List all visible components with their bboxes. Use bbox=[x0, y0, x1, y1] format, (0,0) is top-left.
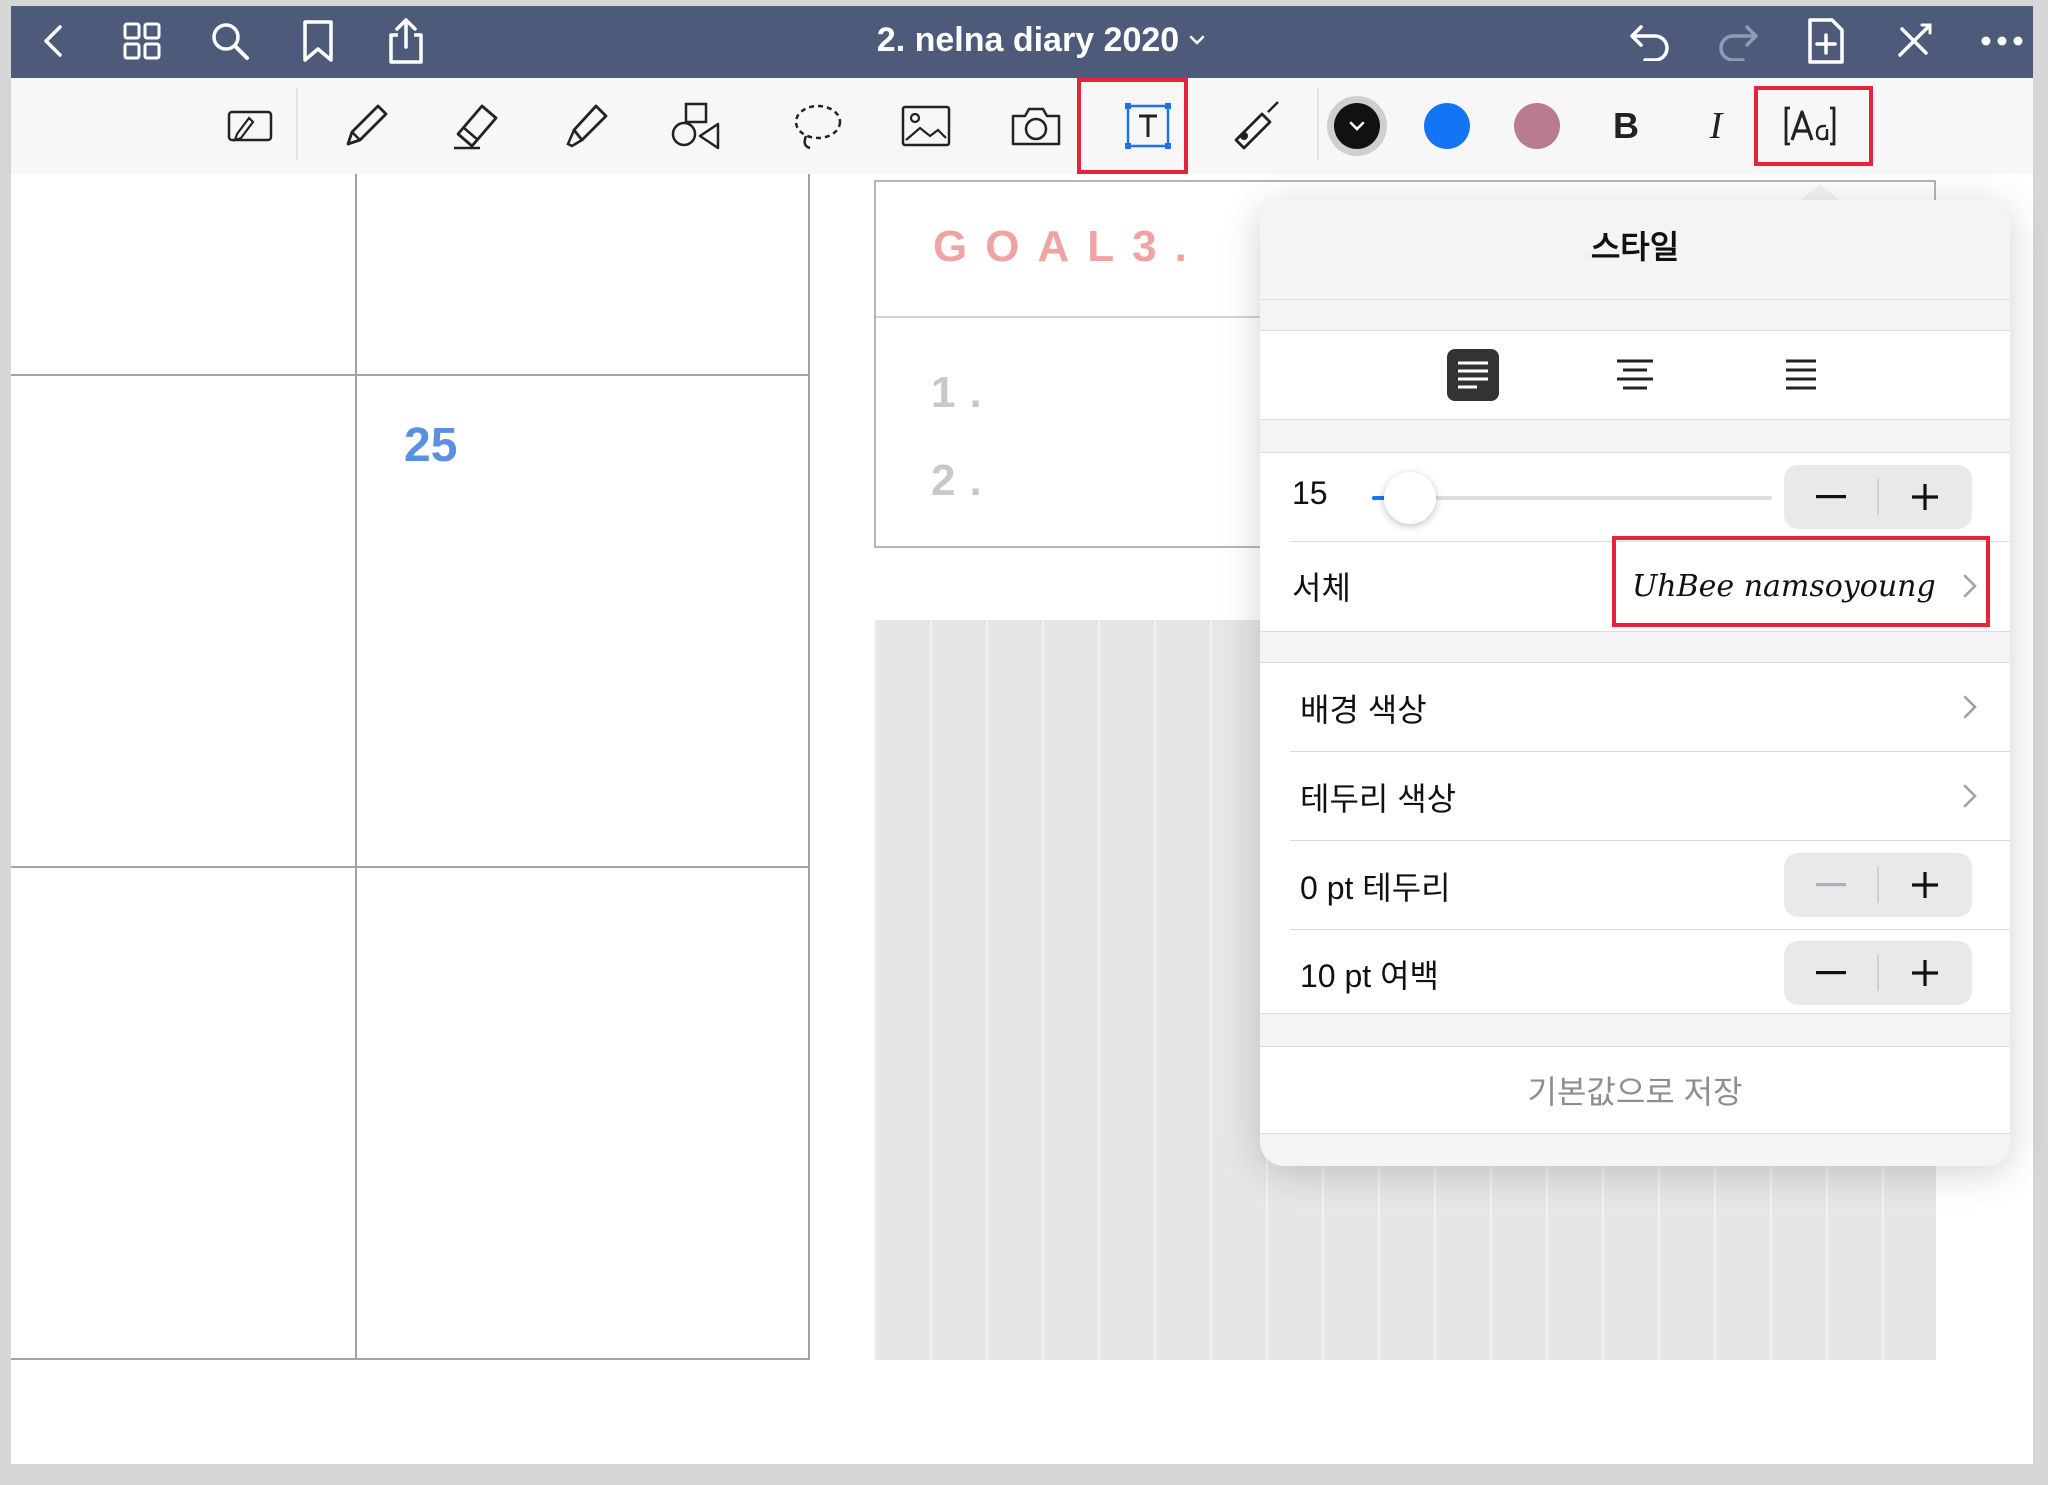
eraser-icon[interactable] bbox=[444, 94, 508, 158]
chevron-right-icon bbox=[1963, 574, 1977, 598]
border-width-stepper bbox=[1784, 853, 1972, 917]
image-icon[interactable] bbox=[894, 94, 958, 158]
background-color-row[interactable]: 배경 색상 bbox=[1260, 663, 2010, 751]
calendar-grid-line bbox=[11, 374, 809, 376]
padding-stepper bbox=[1784, 941, 1972, 1005]
align-right-icon[interactable] bbox=[1770, 345, 1830, 405]
align-left-icon[interactable] bbox=[1443, 345, 1503, 405]
color-border-section: 배경 색상 테두리 색상 0 pt 테두리 10 pt 여백 bbox=[1260, 662, 2010, 1014]
calendar-grid-line bbox=[355, 174, 357, 1360]
day-number: 25 bbox=[404, 419, 458, 472]
align-center-icon[interactable] bbox=[1605, 345, 1665, 405]
font-value: UhBee namsoyoung bbox=[1632, 569, 1936, 604]
shapes-icon[interactable] bbox=[664, 94, 728, 158]
document-title-button[interactable]: 2. nelna diary 2020 bbox=[791, 14, 1291, 66]
save-as-default-button[interactable]: 기본값으로 저장 bbox=[1260, 1047, 2010, 1133]
close-tools-icon[interactable] bbox=[1889, 16, 1939, 66]
tool-bar: B I bbox=[11, 78, 2033, 175]
border-color-label: 테두리 색상 bbox=[1300, 781, 1457, 817]
row-divider bbox=[1290, 840, 2010, 841]
read-only-icon[interactable] bbox=[218, 94, 282, 158]
section-divider bbox=[1260, 299, 2010, 300]
navigation-bar: 2. nelna diary 2020 bbox=[11, 6, 2033, 78]
share-icon[interactable] bbox=[381, 16, 431, 66]
font-picker[interactable]: UhBee namsoyoung bbox=[1610, 541, 2010, 631]
plus-icon bbox=[1912, 960, 1938, 986]
goal-item: 2. bbox=[931, 456, 996, 505]
background-color-label: 배경 색상 bbox=[1300, 692, 1427, 728]
more-icon[interactable] bbox=[1977, 16, 2027, 66]
row-divider bbox=[1290, 929, 2010, 930]
font-label: 서체 bbox=[1292, 570, 1351, 606]
add-page-icon[interactable] bbox=[1801, 16, 1851, 66]
popover-title: 스타일 bbox=[1590, 229, 1680, 265]
camera-icon[interactable] bbox=[1004, 94, 1068, 158]
font-size-stepper bbox=[1784, 465, 1972, 529]
color-swatch-blue[interactable] bbox=[1424, 103, 1470, 149]
increase-border-button[interactable] bbox=[1878, 853, 1972, 917]
plus-icon bbox=[1912, 872, 1938, 898]
grid-icon[interactable] bbox=[117, 16, 167, 66]
undo-icon[interactable] bbox=[1625, 16, 1675, 66]
font-size-slider[interactable] bbox=[1372, 472, 1772, 524]
border-color-row[interactable]: 테두리 색상 bbox=[1260, 752, 2010, 840]
highlighter-icon[interactable] bbox=[554, 94, 618, 158]
goal-title: GOAL3. bbox=[933, 222, 1205, 271]
document-title: 2. nelna diary 2020 bbox=[876, 20, 1180, 59]
increase-padding-button[interactable] bbox=[1878, 941, 1972, 1005]
color-swatch-black[interactable] bbox=[1327, 96, 1387, 156]
minus-icon bbox=[1816, 971, 1846, 975]
color-swatch-mauve[interactable] bbox=[1514, 103, 1560, 149]
bookmark-icon[interactable] bbox=[293, 16, 343, 66]
calendar-grid-line bbox=[11, 1358, 809, 1360]
bold-button[interactable]: B bbox=[1594, 94, 1658, 158]
decrease-padding-button[interactable] bbox=[1784, 941, 1878, 1005]
padding-label: 10 pt 여백 bbox=[1300, 958, 1439, 994]
increase-font-size-button[interactable] bbox=[1878, 465, 1972, 529]
redo-icon[interactable] bbox=[1713, 16, 1763, 66]
chevron-down-icon bbox=[1189, 34, 1205, 46]
decrease-border-button[interactable] bbox=[1784, 853, 1878, 917]
toolbar-separator bbox=[1317, 88, 1319, 160]
minus-icon bbox=[1816, 495, 1846, 499]
chevron-right-icon bbox=[1963, 695, 1977, 719]
italic-button[interactable]: I bbox=[1684, 94, 1748, 158]
toolbar-separator bbox=[296, 88, 298, 160]
goal-item: 1. bbox=[931, 368, 996, 417]
text-tool-icon[interactable] bbox=[1116, 94, 1180, 158]
back-icon[interactable] bbox=[29, 16, 79, 66]
minus-icon bbox=[1816, 883, 1846, 887]
font-size-value: 15 bbox=[1292, 475, 1328, 511]
laser-pointer-icon[interactable] bbox=[1224, 94, 1288, 158]
calendar-grid-line bbox=[808, 174, 810, 1360]
plus-icon bbox=[1912, 484, 1938, 510]
style-popover: 스타일 15 서체 UhBee namsoyoung 배경 색상 테두리 색상 … bbox=[1260, 200, 2010, 1166]
chevron-right-icon bbox=[1963, 784, 1977, 808]
pen-icon[interactable] bbox=[334, 94, 398, 158]
text-style-icon[interactable] bbox=[1778, 94, 1842, 158]
chevron-down-icon bbox=[1349, 121, 1365, 131]
alignment-section bbox=[1260, 330, 2010, 420]
decrease-font-size-button[interactable] bbox=[1784, 465, 1878, 529]
search-icon[interactable] bbox=[205, 16, 255, 66]
slider-thumb[interactable] bbox=[1384, 472, 1436, 524]
save-section: 기본값으로 저장 bbox=[1260, 1046, 2010, 1134]
border-width-label: 0 pt 테두리 bbox=[1300, 870, 1451, 906]
calendar-grid-line bbox=[11, 866, 809, 868]
lasso-icon[interactable] bbox=[786, 94, 850, 158]
font-section: 15 서체 UhBee namsoyoung bbox=[1260, 452, 2010, 632]
